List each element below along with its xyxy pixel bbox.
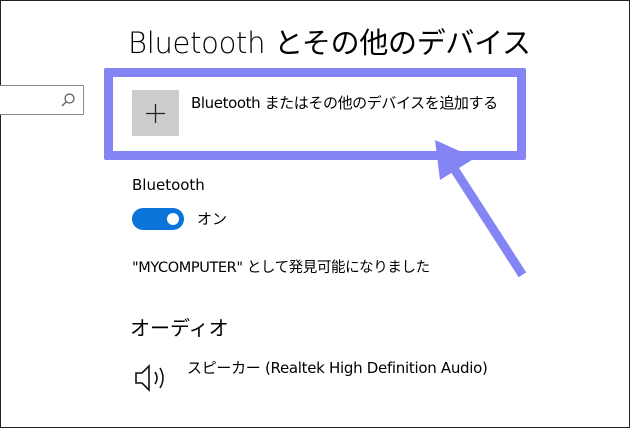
plus-tile[interactable] — [132, 90, 179, 136]
bluetooth-toggle[interactable] — [132, 208, 184, 230]
plus-icon — [146, 104, 165, 123]
search-icon[interactable] — [60, 92, 76, 108]
bluetooth-toggle-state: オン — [197, 210, 228, 228]
speaker-icon — [135, 364, 164, 392]
discoverable-status-text: "MYCOMPUTER" として発見可能になりました — [132, 260, 430, 276]
search-input[interactable] — [0, 85, 84, 115]
audio-device-speaker[interactable]: スピーカー (Realtek High Definition Audio) — [187, 357, 488, 379]
add-device-label[interactable]: Bluetooth またはその他のデバイスを追加する — [191, 92, 498, 114]
settings-window: Bluetooth とその他のデバイス Bluetooth またはその他のデバイ… — [0, 0, 630, 428]
page-title: Bluetooth とその他のデバイス — [128, 26, 531, 60]
audio-section-heading: オーディオ — [130, 316, 229, 340]
add-device-button[interactable]: Bluetooth またはその他のデバイスを追加する — [132, 89, 512, 139]
toggle-knob — [167, 213, 179, 225]
bluetooth-section-label: Bluetooth — [132, 176, 205, 194]
